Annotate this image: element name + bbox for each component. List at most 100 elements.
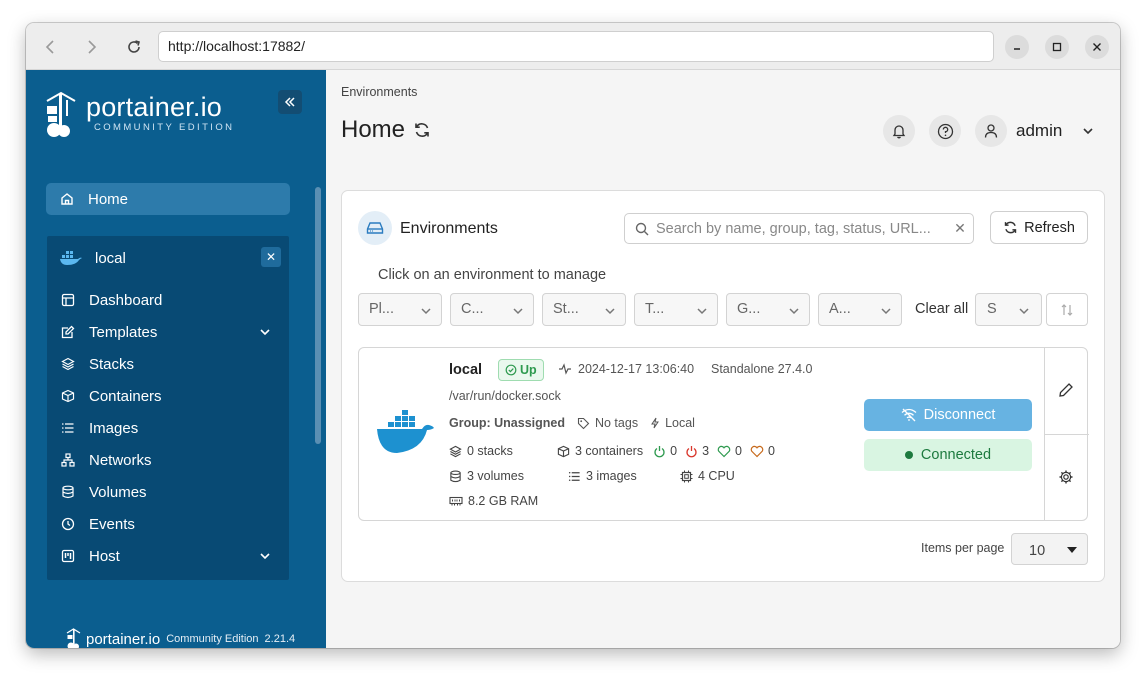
environments-card: Environments Search by name, group, tag,… [341,190,1105,582]
events-icon [47,517,89,531]
refresh-icon[interactable] [413,121,431,139]
stacks-stat: 0 stacks [449,444,513,458]
footer-version: 2.21.4 [264,633,296,645]
bell-icon [892,125,906,139]
environment-panel: local ✕ Dashboard Templates Stacks Conta… [47,236,289,580]
chevron-down-icon [260,553,270,560]
connected-status-button[interactable]: Connected [864,439,1032,471]
sort-direction-button[interactable] [1046,293,1088,326]
logo-subtitle: COMMUNITY EDITION [94,122,235,133]
chevron-down-icon [1019,308,1029,315]
volumes-stat: 3 volumes [449,469,524,483]
wifi-off-icon [901,408,917,422]
items-per-page-select[interactable]: 10 [1011,533,1088,565]
close-window-button[interactable] [1085,35,1109,59]
sidebar-item-label: Templates [89,323,158,341]
breadcrumb[interactable]: Environments [341,85,417,99]
environment-url: /var/run/docker.sock [449,389,561,403]
maximize-button[interactable] [1045,35,1069,59]
environments-icon [358,211,392,245]
environment-location: Local [650,416,695,430]
cpu-stat: 4 CPU [680,469,735,483]
stacks-icon [47,357,89,371]
sidebar-item-label: Home [88,190,129,208]
connected-dot-icon [904,451,913,459]
collapse-sidebar-button[interactable] [278,90,302,114]
sidebar-item-label: Stacks [89,355,135,373]
unhealthy-count: 0 [767,444,775,458]
sidebar-item-home[interactable]: Home [46,183,290,215]
sidebar-item-stacks[interactable]: Stacks [47,348,289,380]
environment-tags: No tags [577,416,638,430]
portainer-crane-icon [66,628,81,648]
sidebar: portainer.io COMMUNITY EDITION Home loca… [26,70,326,648]
cpu-icon [680,470,693,482]
containers-icon [557,445,570,457]
user-avatar[interactable] [975,115,1007,147]
search-input[interactable]: Search by name, group, tag, status, URL.… [624,213,974,244]
footer-edition: Community Edition [166,633,259,645]
clear-all-button[interactable]: Clear all [915,301,968,317]
minimize-button[interactable] [1005,35,1029,59]
sidebar-scrollbar[interactable] [315,187,321,444]
notifications-button[interactable] [883,115,915,147]
footer-brand: portainer.io [86,630,161,648]
sidebar-item-images[interactable]: Images [47,412,289,444]
running-count: 0 [670,444,678,458]
refresh-label: Refresh [1024,219,1075,236]
double-chevron-left-icon [284,97,295,107]
refresh-button[interactable]: Refresh [990,211,1088,244]
environment-actions [1044,348,1089,520]
close-environment-button[interactable]: ✕ [261,247,281,267]
page-title-text: Home [341,116,406,143]
host-icon [47,549,89,563]
groups-filter[interactable]: G... [726,293,810,326]
images-stat: 3 images [568,469,637,483]
edit-pencil-icon[interactable] [1058,382,1074,398]
docker-logo-icon [377,410,434,453]
bolt-icon [651,417,660,429]
chevron-down-icon[interactable] [1081,124,1095,138]
tags-filter[interactable]: T... [634,293,718,326]
items-per-page-label: Items per page [921,541,1005,555]
clear-search-icon[interactable]: ✕ [947,220,973,237]
forward-button[interactable] [80,35,104,59]
environment-group: Group: Unassigned [449,416,565,430]
sidebar-item-networks[interactable]: Networks [47,444,289,476]
chevron-down-icon [881,308,891,315]
agent-version-filter[interactable]: A... [818,293,902,326]
back-button[interactable] [38,35,62,59]
reload-button[interactable] [122,35,146,59]
sidebar-item-events[interactable]: Events [47,508,289,540]
running-power-icon [654,445,665,457]
chevron-down-icon [513,308,523,315]
sidebar-item-label: Dashboard [89,291,163,309]
sidebar-item-dashboard[interactable]: Dashboard [47,284,289,316]
status-filter[interactable]: St... [542,293,626,326]
gear-icon[interactable] [1058,469,1074,485]
sidebar-item-templates[interactable]: Templates [47,316,289,348]
connection-filter[interactable]: C... [450,293,534,326]
url-input[interactable]: http://localhost:17882/ [158,31,994,62]
browser-toolbar: http://localhost:17882/ [26,23,1120,70]
search-icon [635,222,649,235]
sort-arrows-icon [1061,303,1073,316]
disconnect-button[interactable]: Disconnect [864,399,1032,431]
environment-name: local [95,249,126,267]
sidebar-item-label: Networks [89,451,152,469]
ram-stat: 8.2 GB RAM [449,494,538,508]
environment-menu: Dashboard Templates Stacks Containers Im… [47,284,289,572]
user-name[interactable]: admin [1016,121,1062,141]
sort-select[interactable]: S [975,293,1042,326]
sidebar-item-containers[interactable]: Containers [47,380,289,412]
help-button[interactable] [929,115,961,147]
platform-filter[interactable]: Pl... [358,293,442,326]
containers-stat: 3 containers 0 3 0 0 [557,444,783,458]
sidebar-item-volumes[interactable]: Volumes [47,476,289,508]
environment-item[interactable]: local Up 2024-12-17 13:06:40 Standalone … [358,347,1089,521]
portainer-crane-icon [46,91,76,137]
sidebar-item-host[interactable]: Host [47,540,289,572]
environment-header: local ✕ [59,246,281,270]
containers-icon [47,389,89,403]
docker-icon [60,251,82,265]
